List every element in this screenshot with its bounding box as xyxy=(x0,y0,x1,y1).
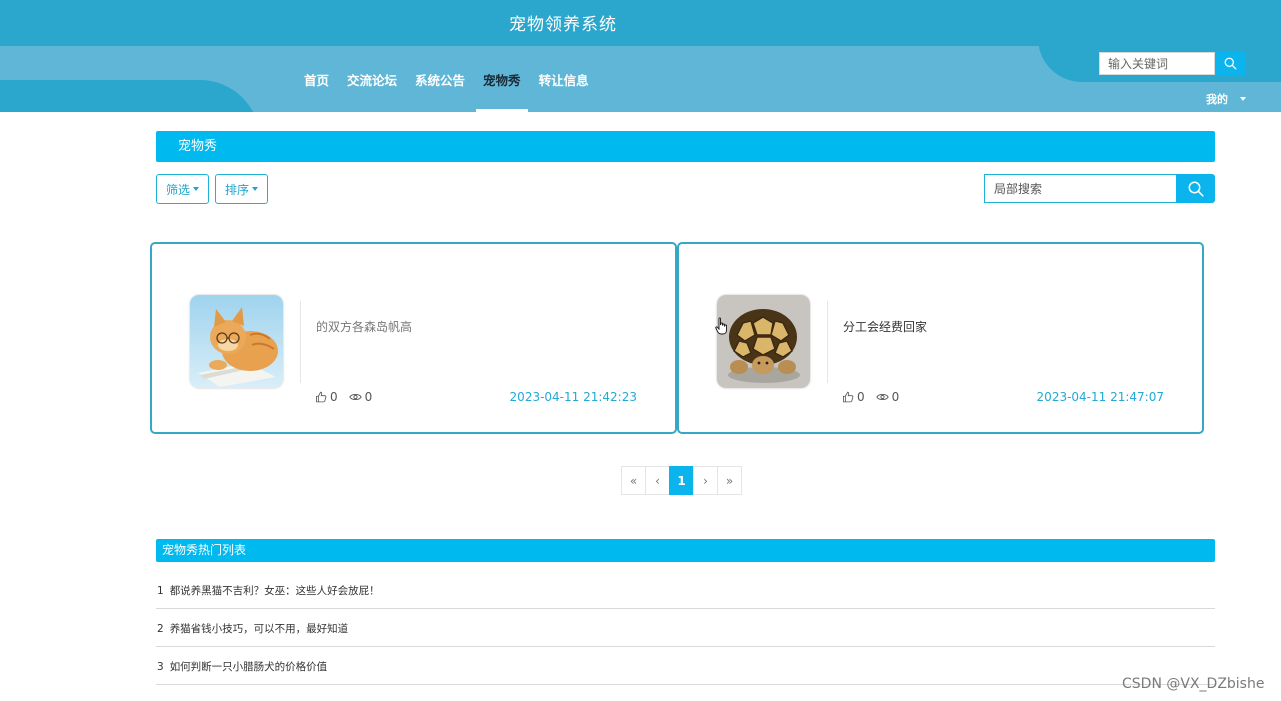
nav-item-home[interactable]: 首页 xyxy=(295,66,338,112)
card-title[interactable]: 分工会经费回家 xyxy=(843,318,927,335)
page-last-button[interactable]: » xyxy=(717,466,742,495)
page-prev-button[interactable]: ‹ xyxy=(645,466,670,495)
nav-item-forum[interactable]: 交流论坛 xyxy=(338,66,406,112)
nav-item-transfer-info[interactable]: 转让信息 xyxy=(530,66,598,112)
eye-icon xyxy=(875,393,889,401)
card-divider xyxy=(300,301,301,383)
section-title-bar: 宠物秀 xyxy=(156,131,1215,162)
sort-dropdown-button[interactable]: 排序 xyxy=(215,174,269,204)
view-count: 0 xyxy=(875,390,900,404)
card-date: 2023-04-11 21:42:23 xyxy=(509,390,637,404)
nav-item-announcements[interactable]: 系统公告 xyxy=(406,66,474,112)
filter-dropdown-button[interactable]: 筛选 xyxy=(156,174,210,204)
hot-item-title: 都说养黑猫不吉利？女巫：这些人好会放屁！ xyxy=(169,585,380,597)
user-menu[interactable]: 我的 xyxy=(1206,91,1246,107)
sort-label: 排序 xyxy=(225,182,250,197)
card-divider xyxy=(827,301,828,383)
hot-list-title: 宠物秀热门列表 xyxy=(156,539,1215,562)
page: 宠物领养系统 首页 交流论坛 系统公告 宠物秀 转让信息 我的 宠物秀 筛选 排… xyxy=(0,0,1281,701)
search-icon xyxy=(1224,57,1237,70)
local-search-button[interactable] xyxy=(1176,174,1215,203)
thumbs-up-icon xyxy=(843,391,854,403)
page-first-button[interactable]: « xyxy=(621,466,646,495)
pet-show-card[interactable]: 的双方各森岛帆高 0 0 2023-04-11 21:42:23 xyxy=(150,242,677,434)
pet-photo-cat[interactable] xyxy=(190,295,283,388)
card-title[interactable]: 的双方各森岛帆高 xyxy=(316,318,412,335)
hot-item-number: 3 xyxy=(157,661,164,673)
hot-item-title: 养猫省钱小技巧，可以不用，最好知道 xyxy=(169,623,349,635)
hand-cursor-icon xyxy=(715,317,727,335)
hot-item-number: 2 xyxy=(157,623,164,635)
card-date: 2023-04-11 21:47:07 xyxy=(1036,390,1164,404)
local-search xyxy=(984,174,1215,203)
main-nav: 首页 交流论坛 系统公告 宠物秀 转让信息 xyxy=(295,66,598,112)
eye-icon xyxy=(348,393,362,401)
card-meta: 0 0 xyxy=(842,390,910,404)
caret-down-icon xyxy=(193,187,200,191)
thumbs-up-icon xyxy=(316,391,327,403)
watermark: CSDN @VX_DZbishe xyxy=(1122,676,1265,692)
like-count-value: 0 xyxy=(857,390,865,404)
caret-down-icon xyxy=(1240,97,1246,101)
hot-list-item[interactable]: 2 养猫省钱小技巧，可以不用，最好知道 xyxy=(156,609,1215,647)
hot-list: 1 都说养黑猫不吉利？女巫：这些人好会放屁！ 2 养猫省钱小技巧，可以不用，最好知道… xyxy=(156,571,1215,685)
user-menu-label: 我的 xyxy=(1206,93,1228,106)
like-count[interactable]: 0 xyxy=(842,390,865,404)
header-search-button[interactable] xyxy=(1215,52,1246,75)
hot-item-number: 1 xyxy=(157,585,164,597)
view-count-value: 0 xyxy=(364,390,373,404)
site-title: 宠物领养系统 xyxy=(509,15,617,35)
hot-list-item[interactable]: 1 都说养黑猫不吉利？女巫：这些人好会放屁！ xyxy=(156,571,1215,609)
header-search xyxy=(1099,52,1246,75)
like-count[interactable]: 0 xyxy=(315,390,338,404)
card-meta: 0 0 xyxy=(315,390,383,404)
view-count-value: 0 xyxy=(891,390,900,404)
nav-item-pet-show[interactable]: 宠物秀 xyxy=(474,66,530,112)
hot-list-item[interactable]: 3 如何判断一只小腊肠犬的价格价值 xyxy=(156,647,1215,685)
page-number-button[interactable]: 1 xyxy=(669,466,694,495)
hot-item-title: 如何判断一只小腊肠犬的价格价值 xyxy=(169,661,328,673)
view-count: 0 xyxy=(348,390,373,404)
header-decor-left xyxy=(0,80,260,112)
site-header: 宠物领养系统 首页 交流论坛 系统公告 宠物秀 转让信息 我的 xyxy=(0,0,1281,112)
caret-down-icon xyxy=(252,187,259,191)
local-search-input[interactable] xyxy=(984,174,1176,203)
like-count-value: 0 xyxy=(330,390,338,404)
page-next-button[interactable]: › xyxy=(693,466,718,495)
filter-label: 筛选 xyxy=(166,182,191,197)
search-icon xyxy=(1188,181,1204,197)
keyword-search-input[interactable] xyxy=(1099,52,1215,75)
pet-show-card[interactable]: 分工会经费回家 0 0 2023-04-11 21:47:07 xyxy=(677,242,1204,434)
pet-photo-tortoise[interactable] xyxy=(717,295,810,388)
pagination: « ‹ 1 › » xyxy=(621,466,742,495)
